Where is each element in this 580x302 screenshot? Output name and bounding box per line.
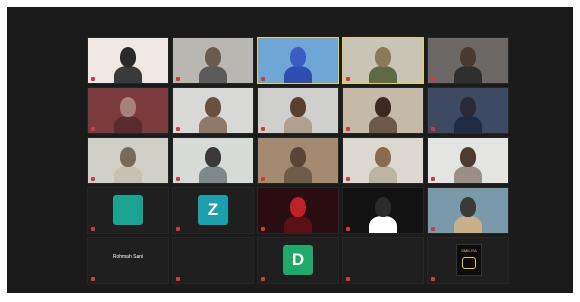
participant-tile[interactable]	[257, 187, 339, 234]
participant-tile[interactable]	[342, 137, 424, 184]
participant-name	[346, 277, 352, 281]
participant-name	[431, 227, 437, 231]
participant-name	[91, 227, 97, 231]
participant-tile[interactable]	[87, 37, 169, 84]
participant-name	[431, 77, 437, 81]
participant-name	[261, 177, 267, 181]
participant-name	[346, 227, 352, 231]
participant-tile[interactable]	[257, 87, 339, 134]
participant-tile[interactable]	[342, 87, 424, 134]
participant-tile[interactable]	[172, 87, 254, 134]
mic-muted-icon	[176, 77, 180, 81]
participant-grid: Z Rohmah Sani D SMILIYA	[87, 37, 513, 287]
participant-name	[346, 77, 352, 81]
participant-tile[interactable]: SMILIYA	[427, 237, 509, 284]
participant-name	[346, 177, 352, 181]
participant-tile[interactable]	[342, 187, 424, 234]
mic-muted-icon	[261, 127, 265, 131]
mic-muted-icon	[91, 277, 95, 281]
participant-avatar: D	[283, 245, 313, 275]
participant-display-name: Rohmah Sani	[112, 254, 144, 260]
mic-muted-icon	[176, 227, 180, 231]
mic-muted-icon	[176, 277, 180, 281]
meeting-window: Z Rohmah Sani D SMILIYA	[7, 7, 573, 293]
participant-tile[interactable]	[172, 137, 254, 184]
participant-avatar	[113, 195, 143, 225]
participant-tile[interactable]	[87, 187, 169, 234]
participant-name	[176, 127, 182, 131]
participant-name	[261, 277, 267, 281]
participant-name	[261, 77, 267, 81]
participant-name	[176, 277, 182, 281]
mic-muted-icon	[91, 127, 95, 131]
participant-tile[interactable]	[427, 187, 509, 234]
participant-tile[interactable]: Z	[172, 187, 254, 234]
participant-name	[261, 227, 267, 231]
mic-muted-icon	[431, 127, 435, 131]
participant-name	[431, 127, 437, 131]
participant-tile[interactable]	[257, 137, 339, 184]
mic-muted-icon	[176, 177, 180, 181]
mic-muted-icon	[261, 77, 265, 81]
participant-tile[interactable]	[427, 87, 509, 134]
mic-muted-icon	[431, 177, 435, 181]
mic-muted-icon	[261, 227, 265, 231]
participant-name	[91, 277, 97, 281]
participant-tile[interactable]	[87, 87, 169, 134]
mic-muted-icon	[431, 227, 435, 231]
mic-muted-icon	[346, 77, 350, 81]
participant-name	[176, 227, 182, 231]
mic-muted-icon	[91, 227, 95, 231]
participant-tile[interactable]	[172, 37, 254, 84]
participant-name	[91, 77, 97, 81]
mic-muted-icon	[261, 277, 265, 281]
mic-muted-icon	[91, 177, 95, 181]
participant-name	[91, 177, 97, 181]
participant-tile[interactable]: Rohmah Sani	[87, 237, 169, 284]
logo-text: SMILIYA	[461, 248, 477, 253]
profile-logo: SMILIYA	[456, 244, 482, 276]
participant-name	[176, 77, 182, 81]
mic-muted-icon	[346, 227, 350, 231]
participant-name	[176, 177, 182, 181]
mic-muted-icon	[431, 277, 435, 281]
participant-name	[261, 127, 267, 131]
mic-muted-icon	[346, 127, 350, 131]
mic-muted-icon	[261, 177, 265, 181]
participant-tile[interactable]	[87, 137, 169, 184]
mic-muted-icon	[346, 177, 350, 181]
mic-muted-icon	[91, 77, 95, 81]
participant-tile[interactable]	[342, 237, 424, 284]
mic-muted-icon	[346, 277, 350, 281]
participant-tile[interactable]	[427, 37, 509, 84]
participant-tile[interactable]	[427, 137, 509, 184]
participant-name	[431, 277, 437, 281]
participant-avatar: Z	[198, 195, 228, 225]
participant-name	[431, 177, 437, 181]
participant-tile[interactable]: D	[257, 237, 339, 284]
participant-tile[interactable]	[172, 237, 254, 284]
participant-name	[91, 127, 97, 131]
participant-tile[interactable]	[257, 37, 339, 84]
participant-tile[interactable]	[342, 37, 424, 84]
mic-muted-icon	[431, 77, 435, 81]
mic-muted-icon	[176, 127, 180, 131]
participant-name	[346, 127, 352, 131]
logo-mark-icon	[462, 257, 476, 269]
